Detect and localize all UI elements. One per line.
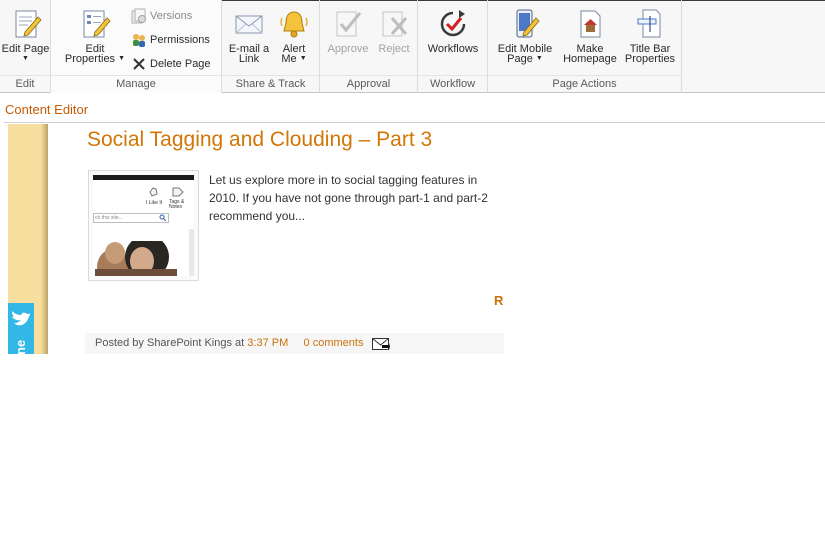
mobile-page-icon (516, 9, 540, 38)
make-homepage-button[interactable]: Make Homepage (560, 8, 620, 65)
chevron-down-icon: ▼ (22, 55, 29, 63)
post-excerpt-line: recommend you... (209, 209, 306, 223)
approval-group: Approve Reject Approval (320, 0, 418, 93)
manage-group-label: Manage (116, 78, 156, 90)
pencil-page-icon (15, 10, 42, 38)
chevron-down-icon: ▼ (118, 55, 126, 63)
edit-group: Edit Page ▼ Edit (0, 0, 51, 93)
post-excerpt: Let us explore more in to social tagging… (209, 171, 505, 227)
chevron-down-icon: ▼ (535, 55, 543, 63)
title-bar-icon (637, 9, 661, 38)
twitter-badge-text: ne (13, 339, 28, 355)
post-thumbnail[interactable]: I Like It Tags & Notes ch this site... (88, 170, 199, 281)
title-bar-properties-button[interactable]: Title Bar Properties (622, 8, 678, 65)
properties-page-icon (83, 10, 111, 38)
versions-button[interactable]: Versions (131, 8, 192, 28)
people-photo (95, 241, 177, 276)
permissions-icon (133, 34, 145, 48)
envelope-icon (235, 15, 263, 34)
post-excerpt-line: 2010. If you have not gone through part-… (209, 191, 488, 205)
twitter-bird-icon (12, 311, 30, 326)
post-title-link[interactable]: Social Tagging and Clouding – Part 3 (87, 128, 432, 152)
versions-icon (131, 8, 146, 24)
share-track-group: E-mail a Link Alert Me ▼ Share & Track (222, 0, 320, 93)
edit-group-label: Edit (15, 78, 35, 90)
workflow-icon (440, 10, 466, 37)
delete-x-icon (133, 58, 145, 70)
post-excerpt-line: Let us explore more in to social tagging… (209, 173, 478, 187)
like-icon (149, 187, 158, 197)
page-actions-group: Edit Mobile Page ▼ Make Homepage Title B… (488, 0, 682, 93)
post-time-link[interactable]: 3:37 PM (247, 337, 288, 349)
edit-page-button[interactable]: Edit Page ▼ (0, 8, 51, 64)
edit-page-label: Edit Page (1, 43, 50, 55)
approve-button[interactable]: Approve (324, 8, 372, 55)
workflows-button[interactable]: Workflows (422, 8, 484, 55)
post-footer: Posted by SharePoint Kings at 3:37 PM 0 … (85, 333, 504, 354)
ribbon: Edit Page ▼ Edit Edit Properties ▼ Versi… (0, 0, 825, 93)
tag-icon (172, 187, 184, 197)
twitter-badge[interactable]: ne (8, 303, 34, 355)
thumbnail-search-box: ch this site... (93, 213, 169, 223)
search-icon (159, 214, 167, 222)
content-editor-title: Content Editor (5, 102, 89, 117)
edit-mobile-page-button[interactable]: Edit Mobile Page ▼ (492, 8, 558, 65)
read-more-link[interactable]: R (494, 293, 506, 308)
share-track-group-label: Share & Track (235, 78, 306, 90)
email-post-icon[interactable] (372, 337, 390, 351)
edit-properties-label-2: Properties (64, 53, 116, 65)
thumbnail-label-tags: Tags & Notes (169, 199, 185, 210)
workflow-group: Workflows Workflow (418, 0, 488, 93)
comments-link[interactable]: 0 comments (304, 337, 364, 349)
manage-group: Edit Properties ▼ Versions Permissions D… (51, 0, 222, 93)
homepage-icon (580, 10, 601, 38)
thumbnail-screenshot: I Like It Tags & Notes ch this site... (93, 175, 194, 276)
approve-icon (336, 11, 362, 37)
alert-me-button[interactable]: Alert Me ▼ (274, 8, 314, 65)
email-link-button[interactable]: E-mail a Link (226, 8, 272, 65)
bell-icon (280, 11, 308, 38)
chevron-down-icon: ▼ (299, 55, 307, 63)
delete-page-button[interactable]: Delete Page (131, 56, 211, 76)
thumbnail-label-like: I Like It (146, 200, 163, 206)
posted-by-text: Posted by SharePoint Kings at (95, 337, 245, 349)
content-editor-divider (4, 122, 825, 123)
reject-icon (382, 11, 408, 37)
edit-properties-button[interactable]: Edit Properties ▼ (61, 8, 129, 65)
page-actions-group-label: Page Actions (552, 78, 617, 90)
reject-button[interactable]: Reject (374, 8, 414, 55)
permissions-button[interactable]: Permissions (131, 32, 210, 52)
approval-group-label: Approval (346, 78, 391, 90)
workflow-group-label: Workflow (429, 78, 476, 90)
